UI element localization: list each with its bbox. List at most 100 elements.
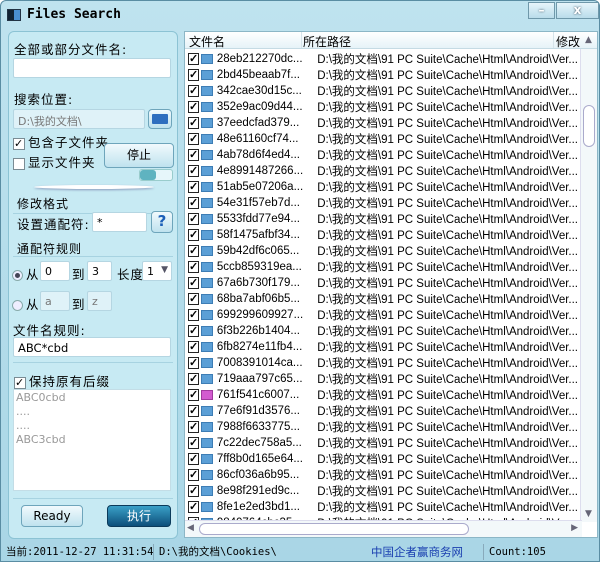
numeric-range-radio[interactable]: 从: [12, 264, 40, 283]
wildcard-input[interactable]: *: [92, 212, 147, 232]
rule-input[interactable]: ABC*cbd: [13, 337, 171, 357]
table-row[interactable]: ✓ 342cae30d15c... D:\我的文档\91 PC Suite\Cach…: [188, 83, 578, 99]
table-row[interactable]: ✓ 68ba7abf06b5... D:\我的文档\91 PC Suite\Cach…: [188, 291, 578, 307]
table-row[interactable]: ✓ 352e9ac09d44... D:\我的文档\91 PC Suite\Cach…: [188, 99, 578, 115]
checkbox-checked-icon[interactable]: ✓: [188, 469, 200, 481]
close-button[interactable]: x: [556, 2, 599, 19]
location-input[interactable]: D:\我的文档\: [13, 109, 145, 129]
checkbox-checked-icon[interactable]: ✓: [188, 133, 200, 145]
status-link[interactable]: 中国企者赢商务网: [371, 544, 463, 560]
file-path: D:\我的文档\91 PC Suite\Cache\Html\Android\V…: [317, 134, 578, 146]
checkbox-checked-icon[interactable]: ✓: [188, 453, 200, 465]
checkbox-checked-icon[interactable]: ✓: [188, 437, 200, 449]
from-letter-input[interactable]: a: [40, 291, 70, 311]
table-row[interactable]: ✓ 77e6f91d3576... D:\我的文档\91 PC Suite\Cach…: [188, 403, 578, 419]
table-row[interactable]: ✓ 719aaa797c65... D:\我的文档\91 PC Suite\Cach…: [188, 371, 578, 387]
table-row[interactable]: ✓ 6f3b226b1404... D:\我的文档\91 PC Suite\Cach…: [188, 323, 578, 339]
scroll-up-icon[interactable]: ▲: [585, 35, 592, 45]
checkbox-checked-icon[interactable]: ✓: [188, 325, 200, 337]
file-name: 86cf036a6b95...: [216, 469, 300, 481]
minimize-button[interactable]: –: [528, 2, 555, 19]
table-row[interactable]: ✓ 5ccb859319ea... D:\我的文档\91 PC Suite\Cach…: [188, 259, 578, 275]
scroll-right-icon[interactable]: ▶: [571, 523, 578, 533]
status-count: Count:105: [489, 545, 546, 558]
scroll-thumb[interactable]: [199, 523, 469, 535]
table-row[interactable]: ✓ 2bd45beaab7f... D:\我的文档\91 PC Suite\Cach…: [188, 67, 578, 83]
jpg-file-icon: [201, 118, 213, 128]
checkbox-checked-icon[interactable]: ✓: [188, 373, 200, 385]
checkbox-checked-icon[interactable]: ✓: [188, 117, 200, 129]
table-row[interactable]: ✓ 699299609927... D:\我的文档\91 PC Suite\Cach…: [188, 307, 578, 323]
checkbox-checked-icon[interactable]: ✓: [188, 149, 200, 161]
table-row[interactable]: ✓ 761f541c6007... D:\我的文档\91 PC Suite\Cach…: [188, 387, 578, 403]
scroll-down-icon[interactable]: ▼: [585, 509, 592, 519]
table-row[interactable]: ✓ 58f1475afbf34... D:\我的文档\91 PC Suite\Cac…: [188, 227, 578, 243]
checkbox-checked-icon[interactable]: ✓: [188, 229, 200, 241]
from-number-input[interactable]: 0: [40, 261, 70, 281]
table-row[interactable]: ✓ 8fe1e2ed3bd1... D:\我的文档\91 PC Suite\Cach…: [188, 499, 578, 515]
file-name: 67a6b730f179...: [216, 277, 300, 289]
letter-range-radio[interactable]: 从: [12, 294, 40, 313]
checkbox-checked-icon[interactable]: ✓: [188, 181, 200, 193]
table-row[interactable]: ✓ 6fb8274e11fb4... D:\我的文档\91 PC Suite\Cac…: [188, 339, 578, 355]
table-row[interactable]: ✓ 4e8991487266... D:\我的文档\91 PC Suite\Cach…: [188, 163, 578, 179]
checkbox-checked-icon[interactable]: ✓: [188, 421, 200, 433]
checkbox-checked-icon[interactable]: ✓: [188, 213, 200, 225]
filename-input[interactable]: [13, 58, 171, 78]
table-row[interactable]: ✓ 54e31f57eb7d... D:\我的文档\91 PC Suite\Cach…: [188, 195, 578, 211]
table-row[interactable]: ✓ 7ff8b0d165e64... D:\我的文档\91 PC Suite\Cac…: [188, 451, 578, 467]
include-subfolders-checkbox[interactable]: ✓ 包含子文件夹: [13, 132, 109, 151]
ready-button[interactable]: Ready: [21, 505, 83, 527]
column-path[interactable]: 所在路径: [303, 33, 351, 50]
horizontal-scrollbar[interactable]: ◀ ▶: [185, 520, 582, 537]
checkbox-checked-icon[interactable]: ✓: [188, 85, 200, 97]
checkbox-checked-icon[interactable]: ✓: [188, 165, 200, 177]
table-row[interactable]: ✓ 8e98f291ed9c... D:\我的文档\91 PC Suite\Cach…: [188, 483, 578, 499]
help-button[interactable]: ?: [151, 211, 173, 233]
column-modified[interactable]: 修改: [556, 33, 580, 50]
checkbox-checked-icon[interactable]: ✓: [188, 389, 200, 401]
browse-folder-button[interactable]: [148, 109, 172, 129]
checkbox-checked-icon[interactable]: ✓: [188, 245, 200, 257]
to-number-input[interactable]: 3: [87, 261, 112, 281]
file-path: D:\我的文档\91 PC Suite\Cache\Html\Android\V…: [317, 150, 578, 162]
table-row[interactable]: ✓ 86cf036a6b95... D:\我的文档\91 PC Suite\Cach…: [188, 467, 578, 483]
table-row[interactable]: ✓ 4ab78d6f4ed4... D:\我的文档\91 PC Suite\Cach…: [188, 147, 578, 163]
to-letter-input[interactable]: z: [87, 291, 112, 311]
checkbox-checked-icon[interactable]: ✓: [188, 261, 200, 273]
vertical-scrollbar[interactable]: ▲ ▼: [580, 35, 597, 522]
table-row[interactable]: ✓ 51ab5e07206a... D:\我的文档\91 PC Suite\Cach…: [188, 179, 578, 195]
checkbox-checked-icon[interactable]: ✓: [188, 309, 200, 321]
table-row[interactable]: ✓ 7988f6633775... D:\我的文档\91 PC Suite\Cach…: [188, 419, 578, 435]
checkbox-checked-icon[interactable]: ✓: [188, 293, 200, 305]
checkbox-checked-icon[interactable]: ✓: [188, 197, 200, 209]
checkbox-checked-icon[interactable]: ✓: [188, 485, 200, 497]
scroll-thumb[interactable]: [583, 105, 595, 147]
checkbox-checked-icon[interactable]: ✓: [188, 357, 200, 369]
show-folders-checkbox[interactable]: 显示文件夹: [13, 152, 96, 171]
results-list: 文件名 所在路径 修改 ✓ 28eb212270dc... D:\我的文档\91 P…: [184, 31, 598, 538]
checkbox-checked-icon[interactable]: ✓: [188, 101, 200, 113]
checkbox-checked-icon[interactable]: ✓: [188, 501, 200, 513]
table-row[interactable]: ✓ 5533fdd77e94... D:\我的文档\91 PC Suite\Cach…: [188, 211, 578, 227]
table-row[interactable]: ✓ 7c22dec758a5... D:\我的文档\91 PC Suite\Cach…: [188, 435, 578, 451]
checkbox-checked-icon[interactable]: ✓: [188, 69, 200, 81]
table-row[interactable]: ✓ 37eedcfad379... D:\我的文档\91 PC Suite\Cach…: [188, 115, 578, 131]
table-row[interactable]: ✓ 28eb212270dc... D:\我的文档\91 PC Suite\Cach…: [188, 51, 578, 67]
execute-button[interactable]: 执行: [107, 505, 171, 527]
stop-button[interactable]: 停止: [104, 143, 174, 168]
file-name: 8fe1e2ed3bd1...: [216, 501, 300, 513]
checkbox-checked-icon[interactable]: ✓: [188, 341, 200, 353]
checkbox-checked-icon[interactable]: ✓: [188, 277, 200, 289]
column-filename[interactable]: 文件名: [189, 33, 225, 50]
scroll-left-icon[interactable]: ◀: [187, 523, 194, 533]
table-row[interactable]: ✓ 7008391014ca... D:\我的文档\91 PC Suite\Cach…: [188, 355, 578, 371]
checkbox-checked-icon[interactable]: ✓: [188, 405, 200, 417]
splitter[interactable]: [34, 185, 154, 189]
keep-suffix-checkbox[interactable]: ✓ 保持原有后缀: [14, 371, 110, 390]
table-row[interactable]: ✓ 59b42df6c065... D:\我的文档\91 PC Suite\Cach…: [188, 243, 578, 259]
table-row[interactable]: ✓ 48e61160cf74... D:\我的文档\91 PC Suite\Cach…: [188, 131, 578, 147]
table-row[interactable]: ✓ 67a6b730f179... D:\我的文档\91 PC Suite\Cach…: [188, 275, 578, 291]
checkbox-checked-icon[interactable]: ✓: [188, 53, 200, 65]
length-select[interactable]: 1 ▼: [142, 261, 172, 281]
